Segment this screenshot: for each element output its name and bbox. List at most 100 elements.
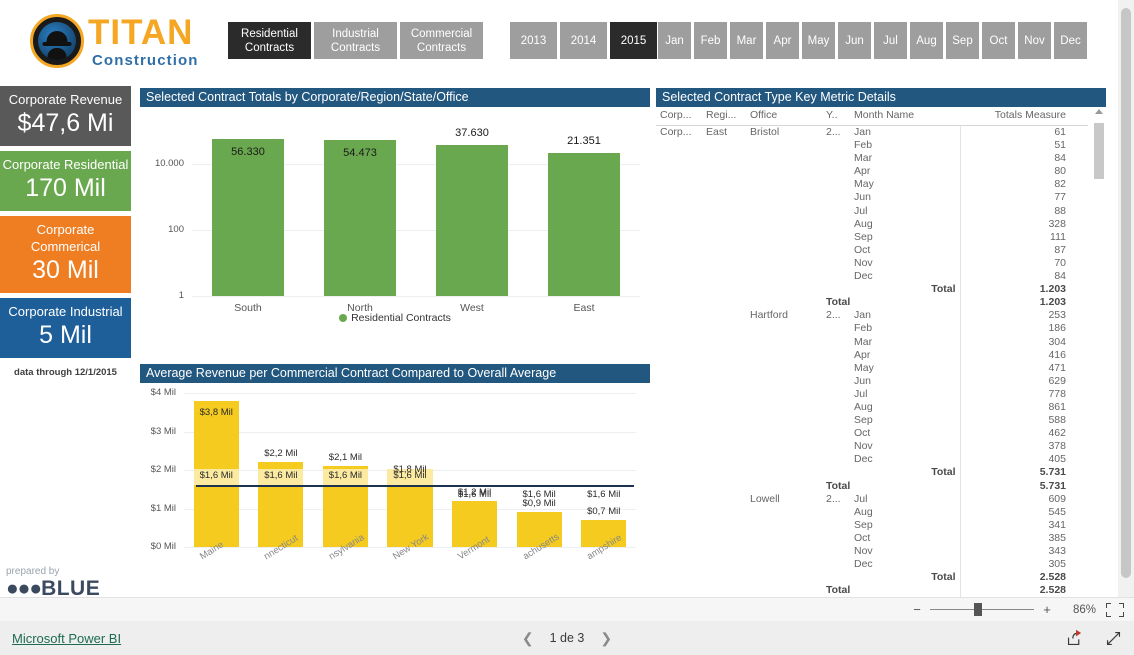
matrix-col-region[interactable]: Regi... (702, 107, 746, 126)
table-row[interactable]: May 82 (656, 178, 1088, 192)
share-icon[interactable] (1066, 629, 1083, 647)
month-slicer[interactable]: Jan Feb Mar Apr May Jun Jul Aug Sep Oct … (658, 22, 1087, 59)
chevron-left-icon[interactable]: ❮ (522, 630, 534, 647)
kpi-card-corporate-revenue[interactable]: Corporate Revenue $47,6 Mi (0, 86, 131, 146)
table-row[interactable]: Corp... East Bristol 2... Jan 61 (656, 125, 1088, 140)
slicer-tile-dec[interactable]: Dec (1054, 22, 1087, 59)
page-vertical-scrollbar[interactable] (1118, 0, 1134, 597)
kpi-card-corporate-commercial[interactable]: Corporate Commerical 30 Mil (0, 216, 131, 293)
column-bar[interactable] (212, 139, 284, 296)
column-bar[interactable] (548, 153, 620, 296)
table-row[interactable]: Nov 343 (656, 545, 1088, 559)
contract-type-slicer[interactable]: Residential Contracts Industrial Contrac… (228, 22, 483, 59)
table-row[interactable]: Mar 304 (656, 335, 1088, 349)
slicer-tile-2015[interactable]: 2015 (610, 22, 657, 59)
slicer-tile-oct[interactable]: Oct (982, 22, 1015, 59)
zoom-slider[interactable] (930, 603, 1034, 616)
scrollbar-thumb[interactable] (1094, 123, 1104, 179)
matrix-col-month-name[interactable]: Month Name (850, 107, 960, 126)
slicer-tile-may[interactable]: May (802, 22, 835, 59)
chevron-right-icon[interactable]: ❯ (600, 630, 612, 647)
table-row[interactable]: Oct 87 (656, 243, 1088, 257)
table-row[interactable]: Jul 88 (656, 204, 1088, 218)
matrix-col-totals-measure[interactable]: Totals Measure (960, 107, 1088, 126)
table-row[interactable]: Dec 405 (656, 453, 1088, 467)
table-row[interactable]: Total 2.528 (656, 571, 1088, 585)
slicer-tile-jun[interactable]: Jun (838, 22, 871, 59)
zoom-in-button[interactable]: + (1040, 603, 1054, 616)
slicer-tile-2014[interactable]: 2014 (560, 22, 607, 59)
kpi-card-corporate-residential[interactable]: Corporate Residential 170 Mil (0, 151, 131, 211)
table-row[interactable]: Jun 629 (656, 374, 1088, 388)
table-row[interactable]: Aug 861 (656, 400, 1088, 415)
column-bar[interactable] (324, 139, 396, 296)
table-row[interactable]: Oct 385 (656, 531, 1088, 545)
matrix-vertical-scrollbar[interactable] (1092, 107, 1106, 597)
fullscreen-icon[interactable] (1105, 630, 1122, 647)
slicer-tile-commercial-contracts[interactable]: Commercial Contracts (400, 22, 483, 59)
prepared-by-block: prepared by ●●●BLUE (6, 566, 137, 597)
table-row[interactable]: Total 5.731 (656, 466, 1088, 480)
table-row[interactable]: Nov 70 (656, 256, 1088, 271)
table-row[interactable]: Total 5.731 (656, 479, 1088, 493)
slicer-tile-feb[interactable]: Feb (694, 22, 727, 59)
table-row[interactable]: Apr 416 (656, 348, 1088, 362)
matrix-col-year[interactable]: Y.. (822, 107, 850, 126)
zoom-control[interactable]: − + (910, 603, 1054, 616)
slicer-tile-mar[interactable]: Mar (730, 22, 763, 59)
slicer-tile-apr[interactable]: Apr (766, 22, 799, 59)
cell-region (702, 558, 746, 571)
visual-title-avg-revenue: Average Revenue per Commercial Contract … (140, 364, 650, 383)
table-row[interactable]: Sep 111 (656, 230, 1088, 244)
cell-month-name: Aug (854, 400, 873, 413)
slicer-tile-jan[interactable]: Jan (658, 22, 691, 59)
slicer-tile-aug[interactable]: Aug (910, 22, 943, 59)
table-row[interactable]: Total 2.528 (656, 584, 1088, 597)
table-row[interactable]: Aug 545 (656, 505, 1088, 519)
year-slicer[interactable]: 2013 2014 2015 (510, 22, 657, 59)
page-scrollbar-thumb[interactable] (1121, 8, 1131, 578)
table-row[interactable]: Lowell 2... Jul 609 (656, 492, 1088, 506)
scroll-up-arrow-icon[interactable] (1095, 109, 1103, 114)
table-row[interactable]: Dec 84 (656, 270, 1088, 284)
slicer-tile-sep[interactable]: Sep (946, 22, 979, 59)
table-row[interactable]: Jun 77 (656, 191, 1088, 205)
column-chart-legend[interactable]: Residential Contracts (140, 312, 650, 324)
table-row[interactable]: Total 1.203 (656, 283, 1088, 297)
table-row[interactable]: Nov 378 (656, 440, 1088, 454)
table-row[interactable]: Mar 84 (656, 152, 1088, 166)
table-row[interactable]: May 471 (656, 361, 1088, 375)
slicer-tile-jul[interactable]: Jul (874, 22, 907, 59)
cell-month-name: Feb (854, 322, 873, 335)
cell-region (702, 322, 746, 335)
logo-wordmark: TITAN (88, 13, 194, 52)
cell-region (702, 349, 746, 362)
table-row[interactable]: Sep 341 (656, 518, 1088, 532)
table-row[interactable]: Total 1.203 (656, 296, 1088, 310)
slicer-tile-2013[interactable]: 2013 (510, 22, 557, 59)
microsoft-power-bi-link[interactable]: Microsoft Power BI (12, 631, 121, 646)
table-row[interactable]: Dec 305 (656, 558, 1088, 572)
matrix-scroll-region[interactable]: Corp... Regi... Office Y.. Month Name To… (656, 107, 1106, 597)
matrix-col-corporate[interactable]: Corp... (656, 107, 702, 126)
table-row[interactable]: Feb 186 (656, 322, 1088, 336)
revenue-chart-plot[interactable]: $4 Mil $3 Mil $2 Mil $1 Mil $0 Mil $1,6 Mil $3… (140, 383, 650, 595)
zoom-out-button[interactable]: − (910, 603, 924, 616)
fit-to-page-icon[interactable] (1106, 602, 1124, 617)
table-row[interactable]: Apr 80 (656, 165, 1088, 179)
table-row[interactable]: Oct 462 (656, 427, 1088, 441)
zoom-slider-thumb[interactable] (974, 603, 982, 616)
table-row[interactable]: Sep 588 (656, 414, 1088, 428)
slicer-tile-nov[interactable]: Nov (1018, 22, 1051, 59)
table-row[interactable]: Hartford 2... Jan 253 (656, 309, 1088, 323)
slicer-tile-residential-contracts[interactable]: Residential Contracts (228, 22, 311, 59)
table-row[interactable]: Aug 328 (656, 217, 1088, 231)
table-row[interactable]: Jul 778 (656, 387, 1088, 401)
report-canvas: TITAN Construction Residential Contracts… (0, 0, 1110, 597)
column-chart-plot[interactable]: 10.000 100 1 56.330 South 54.473 North 37.630 We… (140, 107, 650, 322)
slicer-tile-industrial-contracts[interactable]: Industrial Contracts (314, 22, 397, 59)
column-bar[interactable] (436, 145, 508, 296)
kpi-card-corporate-industrial[interactable]: Corporate Industrial 5 Mil (0, 298, 131, 358)
table-row[interactable]: Feb 51 (656, 139, 1088, 153)
matrix-col-office[interactable]: Office (746, 107, 822, 126)
